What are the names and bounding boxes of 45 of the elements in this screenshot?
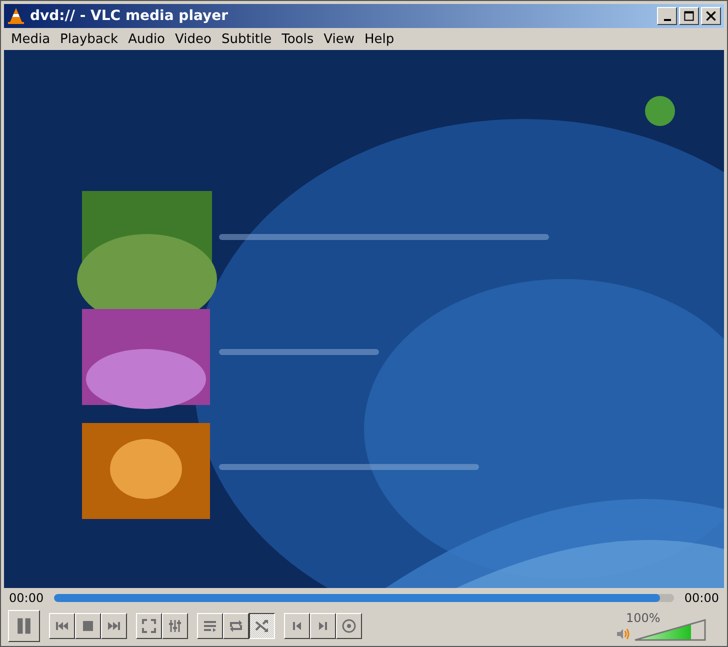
minimize-icon [664,19,670,21]
loop-button[interactable] [223,613,249,639]
loop-icon [229,619,243,633]
total-time: 00:00 [684,591,719,605]
seek-slider[interactable] [54,594,674,602]
stop-icon [81,619,95,633]
next-button[interactable] [101,613,127,639]
menu-item[interactable]: Video [170,32,216,46]
next-chapter-button[interactable] [310,613,336,639]
pause-icon [15,617,33,635]
previous-button[interactable] [49,613,75,639]
previous-chapter-icon [290,619,304,633]
fullscreen-button[interactable] [136,613,162,639]
fullscreen-icon [142,619,156,633]
close-icon [705,10,717,22]
stop-button[interactable] [75,613,101,639]
close-button[interactable] [701,7,721,25]
playlist-icon [203,619,217,633]
speaker-icon [616,627,630,641]
disc-menu-button[interactable] [336,613,362,639]
disc-icon [342,619,356,633]
minimize-button[interactable] [657,7,677,25]
previous-chapter-button[interactable] [284,613,310,639]
menu-item[interactable]: Help [360,32,400,46]
menu-item[interactable]: Playback [55,32,124,46]
playlist-button[interactable] [197,613,223,639]
menu-item[interactable]: View [318,32,360,46]
pause-button[interactable] [8,610,40,642]
maximize-icon [683,10,695,22]
settings-button[interactable] [162,613,188,639]
menu-item[interactable]: Tools [276,32,319,46]
menu-item[interactable]: Audio [123,32,170,46]
maximize-button[interactable] [679,7,699,25]
volume-reading: 100% [626,611,660,625]
sliders-icon [168,619,182,633]
elapsed-time: 00:00 [9,591,44,605]
menu-item[interactable]: Subtitle [216,32,277,46]
traffic-cone-icon [7,7,25,25]
skip-forward-icon [107,619,121,633]
shuffle-icon [255,619,269,633]
shuffle-button[interactable] [249,613,275,639]
skip-back-icon [55,619,69,633]
menu-item[interactable]: Media [6,32,56,46]
window-title: dvd:// - VLC media player [30,8,230,24]
next-chapter-icon [316,619,330,633]
